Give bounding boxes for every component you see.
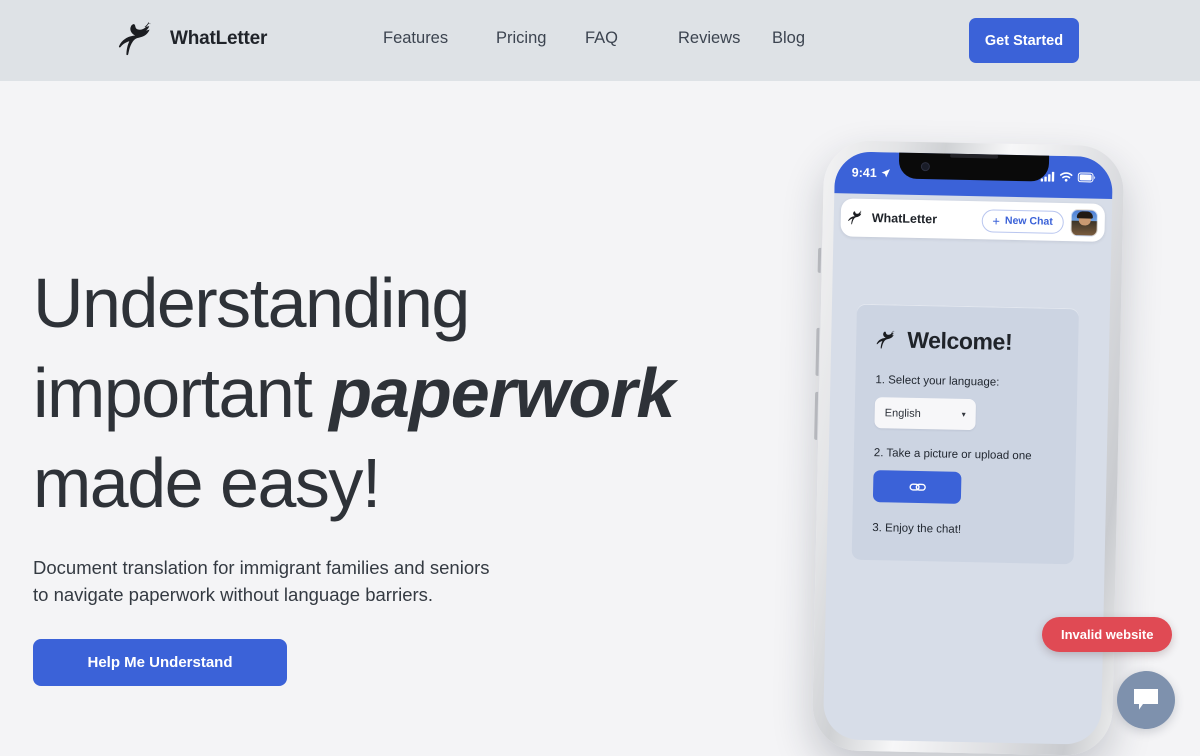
phone-mockup: 9:41 WhatLetter + New Chat Welcome! 1. S… (800, 139, 1133, 756)
phone-frame: 9:41 WhatLetter + New Chat Welcome! 1. S… (811, 139, 1125, 756)
nav-item-faq[interactable]: FAQ (585, 29, 678, 48)
app-bar-brand-name: WhatLetter (871, 210, 938, 227)
hero-section: Understanding important paperwork made e… (33, 81, 753, 686)
help-me-understand-button[interactable]: Help Me Understand (33, 639, 287, 686)
phone-notch (898, 151, 1050, 182)
wifi-icon (1059, 172, 1073, 182)
headline-line-1: Understanding (33, 264, 470, 342)
dove-bird-icon (848, 210, 862, 225)
brand-logo-link[interactable]: WhatLetter (118, 20, 267, 58)
hero-subtitle-line-2: to navigate paperwork without language b… (33, 584, 434, 605)
chevron-down-icon: ▾ (961, 409, 966, 419)
headline-emphasis-paperwork: paperwork (329, 354, 675, 432)
headline-line-2-prefix: important (33, 354, 330, 432)
notch-front-camera (920, 161, 930, 172)
phone-screen: 9:41 WhatLetter + New Chat Welcome! 1. S… (822, 151, 1114, 745)
hero-subtitle: Document translation for immigrant famil… (33, 554, 753, 608)
battery-full-icon (1077, 172, 1096, 183)
paperclip-link-icon (909, 483, 926, 491)
site-header: WhatLetter Features Pricing FAQ Reviews … (0, 0, 1200, 81)
step-3-label: 3. Enjoy the chat! (872, 522, 962, 536)
get-started-button[interactable]: Get Started (969, 18, 1079, 63)
brand-name: WhatLetter (170, 28, 268, 49)
hero-subtitle-line-1: Document translation for immigrant famil… (33, 557, 490, 578)
nav-item-reviews[interactable]: Reviews (678, 29, 772, 48)
phone-silence-switch (817, 247, 822, 273)
upload-picture-button[interactable] (872, 470, 962, 504)
status-badge: Invalid website (1042, 617, 1173, 652)
new-chat-label: New Chat (1004, 214, 1053, 228)
status-bar-time: 9:41 (851, 165, 877, 181)
chat-bubble-icon (1134, 689, 1158, 710)
main-navigation: Features Pricing FAQ Reviews Blog (383, 29, 812, 48)
dove-bird-icon (876, 330, 895, 349)
welcome-card-header: Welcome! (876, 326, 1059, 357)
step-1-label: 1. Select your language: (875, 374, 1000, 389)
dove-bird-icon (118, 22, 151, 56)
headline-line-3: made easy! (33, 444, 381, 522)
language-select-value: English (884, 406, 921, 420)
welcome-card: Welcome! 1. Select your language: Englis… (851, 303, 1079, 565)
welcome-title: Welcome! (906, 326, 1013, 355)
nav-item-pricing[interactable]: Pricing (496, 29, 585, 48)
status-bar-time-group: 9:41 (852, 166, 891, 181)
language-select[interactable]: English ▾ (874, 397, 977, 431)
avatar[interactable] (1070, 208, 1099, 237)
headline-line-2: important paperwork (33, 348, 753, 438)
page-title: Understanding important paperwork made e… (33, 258, 753, 528)
plus-icon: + (992, 213, 1001, 229)
app-top-bar: WhatLetter + New Chat (840, 198, 1106, 242)
nav-item-features[interactable]: Features (383, 29, 496, 48)
new-chat-button[interactable]: + New Chat (981, 208, 1064, 234)
nav-item-blog[interactable]: Blog (772, 29, 812, 48)
chat-widget-button[interactable] (1117, 671, 1175, 729)
status-bar-icons (1040, 171, 1096, 183)
notch-speaker-grille (950, 153, 999, 159)
location-arrow-icon (881, 169, 891, 178)
step-2-label: 2. Take a picture or upload one (873, 447, 1032, 463)
